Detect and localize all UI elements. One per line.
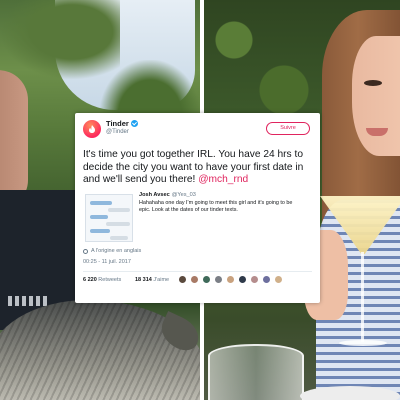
account-name[interactable]: Tinder: [106, 119, 138, 128]
follow-button[interactable]: Suivre: [266, 122, 310, 135]
quoted-author-handle: @Yes_03: [171, 191, 196, 198]
glass-base: [339, 340, 387, 346]
likes-count: 18 314: [135, 276, 152, 283]
retweets-stat[interactable]: 6 220 Retweets: [83, 277, 121, 283]
avatar[interactable]: [250, 274, 259, 284]
avatar[interactable]: [190, 274, 199, 284]
quoted-tweet[interactable]: Josh Avsec @Yes_03 Hahahaha one day I'm g…: [83, 192, 312, 246]
verified-badge-icon: [130, 120, 138, 127]
account-name-text: Tinder: [106, 119, 129, 128]
avatar[interactable]: [274, 274, 283, 284]
quoted-text: Hahahaha one day I'm going to meet this …: [139, 199, 293, 214]
tweet-header: Tinder @Tinder Suivre: [83, 119, 312, 143]
avatar[interactable]: [202, 274, 211, 284]
tweet-text: It's time you got together IRL. You have…: [83, 149, 313, 187]
retweets-count: 6 220: [83, 276, 97, 283]
man-face: [0, 70, 28, 210]
water-glass: [208, 344, 304, 400]
account-handle[interactable]: @Tinder: [106, 129, 129, 135]
glass-stem: [361, 252, 364, 342]
translation-note[interactable]: A l'origine en anglais: [83, 248, 312, 254]
tweet-body: It's time you got together IRL. You have…: [83, 149, 304, 185]
avatar[interactable]: [238, 274, 247, 284]
shirt-print: [8, 296, 48, 306]
tweet-timestamp[interactable]: 00:25 - 11 juil. 2017: [83, 259, 312, 265]
quoted-author-name: Josh Avsec: [139, 191, 170, 198]
plate: [300, 386, 400, 400]
avatar[interactable]: [178, 274, 187, 284]
avatar[interactable]: [226, 274, 235, 284]
avatar[interactable]: [262, 274, 271, 284]
tweet-card[interactable]: Tinder @Tinder Suivre It's time you got …: [75, 113, 320, 303]
woman-eye: [364, 80, 382, 86]
likes-label: J'aime: [153, 276, 170, 283]
globe-icon: [83, 248, 88, 254]
engagement-stats: 6 220 Retweets 18 314 J'aime: [83, 272, 312, 290]
translation-label: A l'origine en anglais: [91, 247, 142, 254]
quoted-tweet-screenshot[interactable]: [85, 193, 133, 242]
likes-stat[interactable]: 18 314 J'aime: [135, 277, 169, 283]
tinder-flame-icon[interactable]: [83, 120, 101, 138]
woman-face: [352, 36, 400, 156]
retweets-label: Retweets: [98, 276, 122, 283]
avatar[interactable]: [214, 274, 223, 284]
quoted-author[interactable]: Josh Avsec @Yes_03: [139, 192, 196, 198]
mention-link[interactable]: @mch_rnd: [198, 174, 248, 185]
